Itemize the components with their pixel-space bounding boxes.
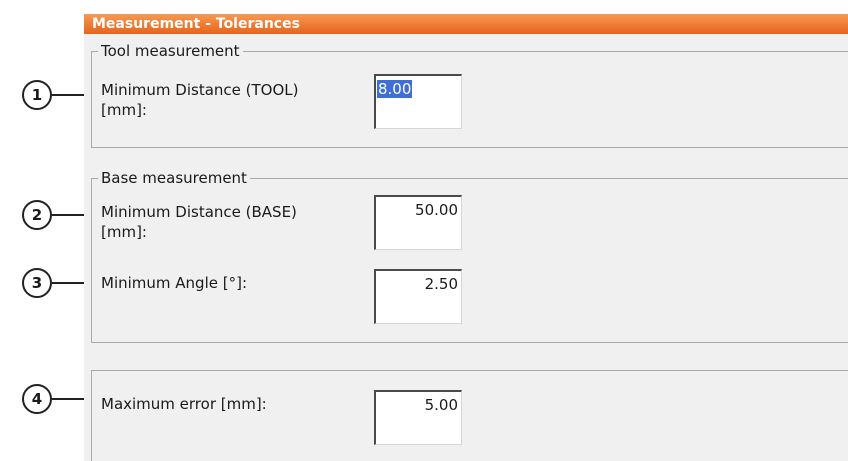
base-min-distance-input[interactable]: 50.00	[374, 195, 462, 250]
tolerances-dialog: Measurement - Tolerances Tool measuremen…	[84, 14, 848, 461]
base-min-angle-input[interactable]: 2.50	[374, 269, 462, 324]
base-min-distance-label: Minimum Distance (BASE) [mm]:	[101, 203, 297, 241]
tool-min-distance-input[interactable]: 8.00	[374, 74, 462, 129]
tool-min-distance-value: 8.00	[377, 80, 413, 98]
callout-2: 2	[22, 200, 52, 230]
callout-4: 4	[22, 384, 52, 414]
error-group	[91, 370, 848, 461]
callout-3: 3	[22, 268, 52, 298]
dialog-title: Measurement - Tolerances	[84, 14, 848, 34]
max-error-input[interactable]: 5.00	[374, 390, 462, 445]
callout-1: 1	[22, 80, 52, 110]
tool-min-distance-label: Minimum Distance (TOOL) [mm]:	[101, 81, 299, 119]
base-measurement-legend: Base measurement	[101, 169, 247, 187]
base-min-angle-label: Minimum Angle [°]:	[101, 274, 247, 292]
max-error-label: Maximum error [mm]:	[101, 395, 267, 413]
base-measurement-group: Base measurement	[91, 169, 848, 343]
tool-measurement-legend: Tool measurement	[101, 42, 240, 60]
